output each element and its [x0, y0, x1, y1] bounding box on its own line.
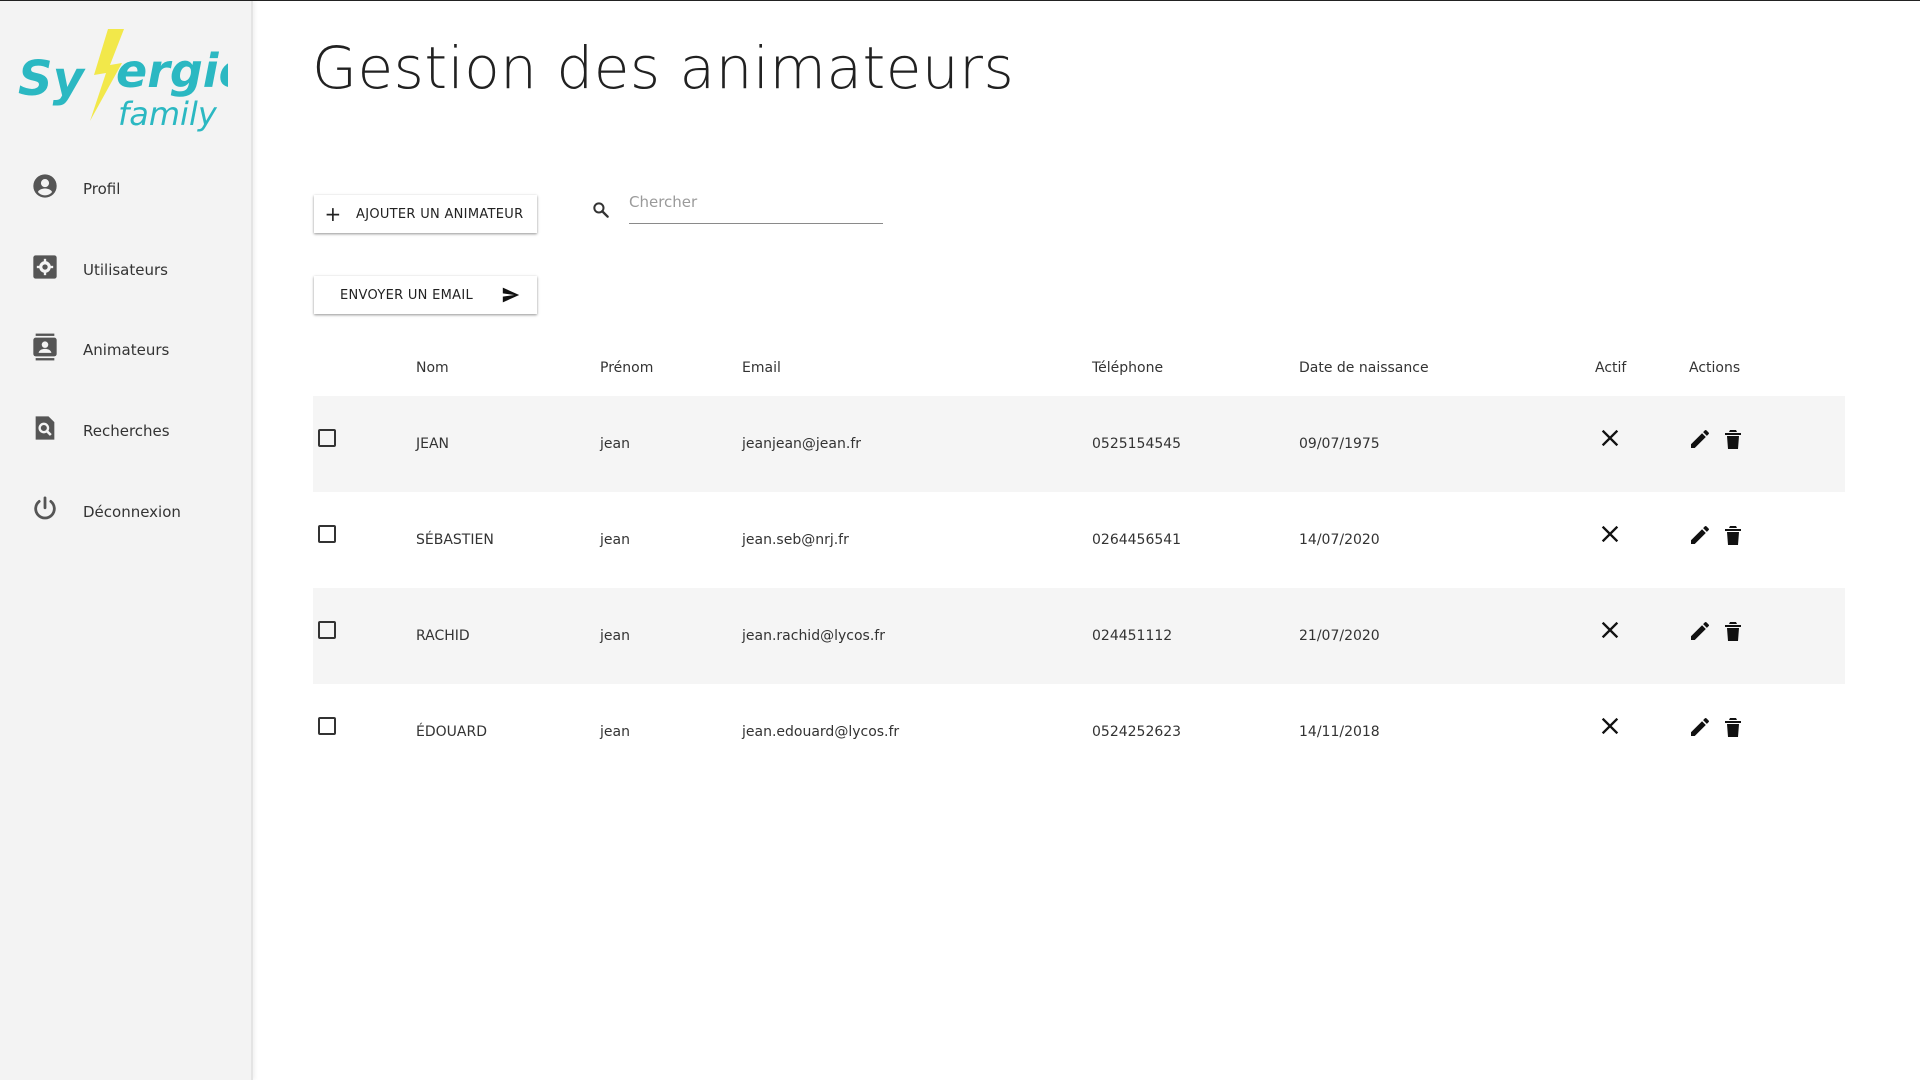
cell-email: jean.rachid@lycos.fr [742, 628, 885, 644]
send-email-button[interactable]: ENVOYER UN EMAIL [314, 276, 537, 314]
animateurs-table: Nom Prénom Email Téléphone Date de naiss… [313, 350, 1845, 780]
cell-date-naissance: 21/07/2020 [1299, 628, 1380, 644]
row-checkbox[interactable] [318, 621, 336, 639]
sidebar-item-label: Profil [83, 180, 121, 198]
cell-email: jean.seb@nrj.fr [742, 532, 849, 548]
add-animateur-button[interactable]: + AJOUTER UN ANIMATEUR [314, 195, 537, 233]
search-field [588, 188, 884, 224]
cell-nom: ÉDOUARD [416, 724, 487, 740]
row-checkbox[interactable] [318, 525, 336, 543]
sidebar-item-recherches[interactable]: Recherches [0, 408, 251, 468]
sidebar-item-utilisateurs[interactable]: Utilisateurs [0, 247, 251, 307]
top-border [0, 0, 1920, 1]
delete-icon[interactable] [1722, 523, 1744, 547]
inactive-x-icon [1601, 621, 1619, 639]
table-row: ÉDOUARD jean jean.edouard@lycos.fr 05242… [313, 684, 1845, 780]
row-checkbox[interactable] [318, 717, 336, 735]
cell-prenom: jean [600, 724, 630, 740]
edit-icon[interactable] [1688, 523, 1712, 547]
power-icon [31, 495, 59, 523]
sidebar-item-label: Déconnexion [83, 503, 181, 521]
edit-icon[interactable] [1688, 619, 1712, 643]
header-nom[interactable]: Nom [416, 360, 449, 376]
cell-nom: SÉBASTIEN [416, 532, 494, 548]
svg-text:ergie: ergie [116, 44, 228, 98]
edit-icon[interactable] [1688, 715, 1712, 739]
inactive-x-icon [1601, 717, 1619, 735]
cell-prenom: jean [600, 436, 630, 452]
sidebar-item-label: Utilisateurs [83, 261, 168, 279]
cell-date-naissance: 14/07/2020 [1299, 532, 1380, 548]
add-animateur-label: AJOUTER UN ANIMATEUR [356, 206, 524, 222]
sidebar-item-label: Recherches [83, 422, 170, 440]
svg-text:Sy: Sy [18, 51, 86, 107]
edit-icon[interactable] [1688, 427, 1712, 451]
send-email-label: ENVOYER UN EMAIL [340, 287, 474, 303]
search-icon [591, 200, 611, 224]
inactive-x-icon [1601, 429, 1619, 447]
contacts-icon [31, 333, 59, 361]
cell-prenom: jean [600, 628, 630, 644]
cell-telephone: 0525154545 [1092, 436, 1182, 452]
settings-box-icon [31, 253, 59, 281]
cell-nom: RACHID [416, 628, 470, 644]
delete-icon[interactable] [1722, 619, 1744, 643]
header-actif[interactable]: Actif [1595, 360, 1626, 376]
delete-icon[interactable] [1722, 427, 1744, 451]
row-checkbox[interactable] [318, 429, 336, 447]
header-email[interactable]: Email [742, 360, 781, 376]
table-header: Nom Prénom Email Téléphone Date de naiss… [313, 350, 1845, 396]
sidebar-item-deconnexion[interactable]: Déconnexion [0, 489, 251, 549]
cell-telephone: 0264456541 [1092, 532, 1182, 548]
cell-telephone: 024451112 [1092, 628, 1173, 644]
synergie-family-logo[interactable]: Sy ergie family [16, 23, 250, 133]
table-row: SÉBASTIEN jean jean.seb@nrj.fr 026445654… [313, 492, 1845, 588]
delete-icon[interactable] [1722, 715, 1744, 739]
search-document-icon [31, 414, 59, 442]
cell-telephone: 0524252623 [1092, 724, 1182, 740]
table-row: RACHID jean jean.rachid@lycos.fr 0244511… [313, 588, 1845, 684]
cell-email: jeanjean@jean.fr [742, 436, 861, 452]
page-title: Gestion des animateurs [312, 34, 1015, 102]
sidebar: Sy ergie family Profil Utilisateurs Anim… [0, 1, 253, 1080]
search-input[interactable] [629, 188, 883, 224]
table-row: JEAN jean jeanjean@jean.fr 0525154545 09… [313, 396, 1845, 492]
sidebar-item-animateurs[interactable]: Animateurs [0, 327, 251, 387]
cell-date-naissance: 09/07/1975 [1299, 436, 1380, 452]
plus-icon: + [324, 202, 342, 226]
inactive-x-icon [1601, 525, 1619, 543]
cell-nom: JEAN [416, 436, 450, 452]
sidebar-item-profil[interactable]: Profil [0, 166, 251, 226]
header-prenom[interactable]: Prénom [600, 360, 653, 376]
cell-date-naissance: 14/11/2018 [1299, 724, 1380, 740]
svg-text:family: family [118, 95, 218, 133]
cell-prenom: jean [600, 532, 630, 548]
cell-email: jean.edouard@lycos.fr [742, 724, 900, 740]
header-actions: Actions [1689, 360, 1741, 376]
account-circle-icon [31, 172, 59, 200]
sidebar-item-label: Animateurs [83, 341, 170, 359]
send-icon [502, 287, 520, 303]
header-date-naissance[interactable]: Date de naissance [1299, 360, 1429, 376]
header-telephone[interactable]: Téléphone [1092, 360, 1163, 376]
